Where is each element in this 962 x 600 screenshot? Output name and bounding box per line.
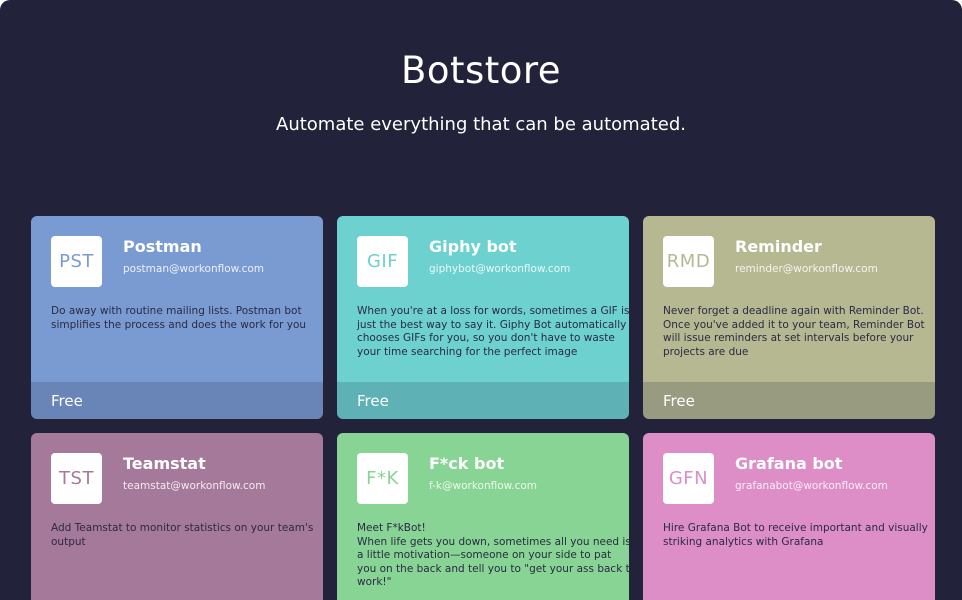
bot-description-line: striking analytics with Grafana <box>663 535 824 548</box>
bot-description: Do away with routine mailing lists. Post… <box>51 305 309 332</box>
bot-name: Reminder <box>735 237 822 256</box>
bot-description-line: will issue reminders at set intervals be… <box>663 332 914 345</box>
bot-icon-giphy: GIF <box>357 236 408 287</box>
bot-email: grafanabot@workonflow.com <box>735 480 888 492</box>
bot-email: postman@workonflow.com <box>123 263 265 275</box>
bot-description-line: work!" <box>357 576 392 589</box>
bot-card-giphy[interactable]: GIF Giphy bot giphybot@workonflow.com Wh… <box>337 216 629 419</box>
bot-icon-fck: F*K <box>357 453 408 504</box>
botstore-page: Botstore Automate everything that can be… <box>0 0 962 600</box>
bot-icon-teamstat: TST <box>51 453 102 504</box>
bot-description: When you're at a loss for words, sometim… <box>357 305 629 359</box>
bot-price: Free <box>663 392 695 410</box>
bot-icon-postman: PST <box>51 236 102 287</box>
bot-card-reminder[interactable]: RMD Reminder reminder@workonflow.com Nev… <box>643 216 935 419</box>
bot-description-line: When you're at a loss for words, sometim… <box>357 305 629 317</box>
bot-price: Free <box>51 392 83 410</box>
bot-description-line: Do away with routine mailing lists. Post… <box>51 305 302 317</box>
bot-description-line: projects are due <box>663 345 749 358</box>
bot-description-line: When life gets you down, sometimes all y… <box>357 535 629 548</box>
bot-card-footer: Free <box>337 382 629 419</box>
bot-description-line: output <box>51 535 86 548</box>
bot-name: Giphy bot <box>429 237 517 256</box>
bot-description-line: you on the back and tell you to "get you… <box>357 562 629 575</box>
bot-email: giphybot@workonflow.com <box>429 263 571 275</box>
bot-icon-grafana: GFN <box>663 453 714 504</box>
bot-email: teamstat@workonflow.com <box>123 480 266 492</box>
bot-price: Free <box>357 392 389 410</box>
bot-description: Meet F*kBot! When life gets you down, so… <box>357 522 629 590</box>
page-subtitle: Automate everything that can be automate… <box>276 114 686 135</box>
bot-card-grafana[interactable]: GFN Grafana bot grafanabot@workonflow.co… <box>643 433 935 600</box>
bot-description: Never forget a deadline again with Remin… <box>663 305 925 359</box>
bot-description-line: Never forget a deadline again with Remin… <box>663 305 924 317</box>
bot-description-line: your time searching for the perfect imag… <box>357 345 578 358</box>
bot-description-line: chooses GIFs for you, so you don't have … <box>357 332 615 345</box>
bot-description-line: Meet F*kBot! <box>357 522 426 534</box>
bot-card-teamstat[interactable]: TST Teamstat teamstat@workonflow.com Add… <box>31 433 323 600</box>
bot-name: Teamstat <box>123 454 206 473</box>
bot-name: Postman <box>123 237 202 256</box>
page-title: Botstore <box>400 49 562 92</box>
bot-email: reminder@workonflow.com <box>735 263 878 275</box>
bot-description-line: simplifies the process and does the work… <box>51 318 307 331</box>
bot-card-footer: Free <box>643 382 935 419</box>
bot-card-footer: Free <box>31 382 323 419</box>
bot-description-line: Add Teamstat to monitor statistics on yo… <box>51 522 314 534</box>
bot-description-line: a little motivation—someone on your side… <box>357 549 612 562</box>
bot-name: F*ck bot <box>429 454 505 473</box>
bot-description-line: Hire Grafana Bot to receive important an… <box>663 522 928 534</box>
bot-description-line: Once you've added it to your team, Remin… <box>663 318 925 331</box>
bot-email: f-k@workonflow.com <box>429 480 538 492</box>
bot-card-fck[interactable]: F*K F*ck bot f-k@workonflow.com Meet F*k… <box>337 433 629 600</box>
bot-description: Add Teamstat to monitor statistics on yo… <box>51 522 314 549</box>
bot-card-postman[interactable]: PST Postman postman@workonflow.com Do aw… <box>31 216 323 419</box>
bot-description: Hire Grafana Bot to receive important an… <box>663 522 928 549</box>
bot-name: Grafana bot <box>735 454 843 473</box>
bot-icon-reminder: RMD <box>663 236 714 287</box>
bot-description-line: just the best way to say it. Giphy Bot a… <box>357 318 627 331</box>
